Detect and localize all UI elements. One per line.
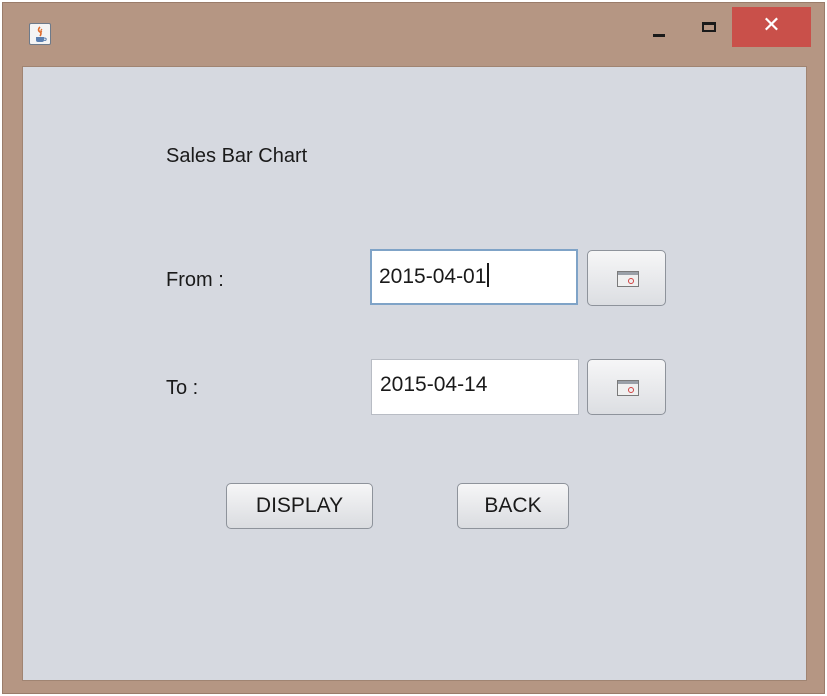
form-title: Sales Bar Chart — [166, 145, 308, 167]
text-caret — [487, 263, 490, 287]
close-icon: ✕ — [762, 13, 781, 38]
java-coffee-icon[interactable] — [29, 23, 51, 45]
close-button[interactable]: ✕ — [732, 7, 811, 47]
from-date-picker-button[interactable] — [587, 250, 666, 306]
back-button[interactable]: BACK — [457, 483, 569, 529]
minimize-button[interactable] — [641, 9, 677, 47]
from-label: From : — [166, 269, 224, 291]
app-window: ✕ Sales Bar Chart From : 2015-04-01 To :… — [2, 2, 825, 694]
calendar-icon — [617, 271, 639, 287]
calendar-icon — [617, 380, 639, 396]
display-button[interactable]: DISPLAY — [226, 483, 373, 529]
to-date-value: 2015-04-14 — [380, 373, 488, 396]
from-date-value: 2015-04-01 — [379, 265, 487, 288]
to-label: To : — [166, 377, 199, 399]
from-date-input[interactable]: 2015-04-01 — [370, 249, 578, 305]
maximize-icon — [702, 22, 716, 32]
title-bar[interactable]: ✕ — [3, 3, 824, 65]
maximize-button[interactable] — [691, 9, 727, 47]
form-panel: Sales Bar Chart From : 2015-04-01 To : 2… — [22, 66, 807, 681]
to-date-input[interactable]: 2015-04-14 — [371, 359, 579, 415]
to-date-picker-button[interactable] — [587, 359, 666, 415]
minimize-icon — [653, 34, 665, 37]
